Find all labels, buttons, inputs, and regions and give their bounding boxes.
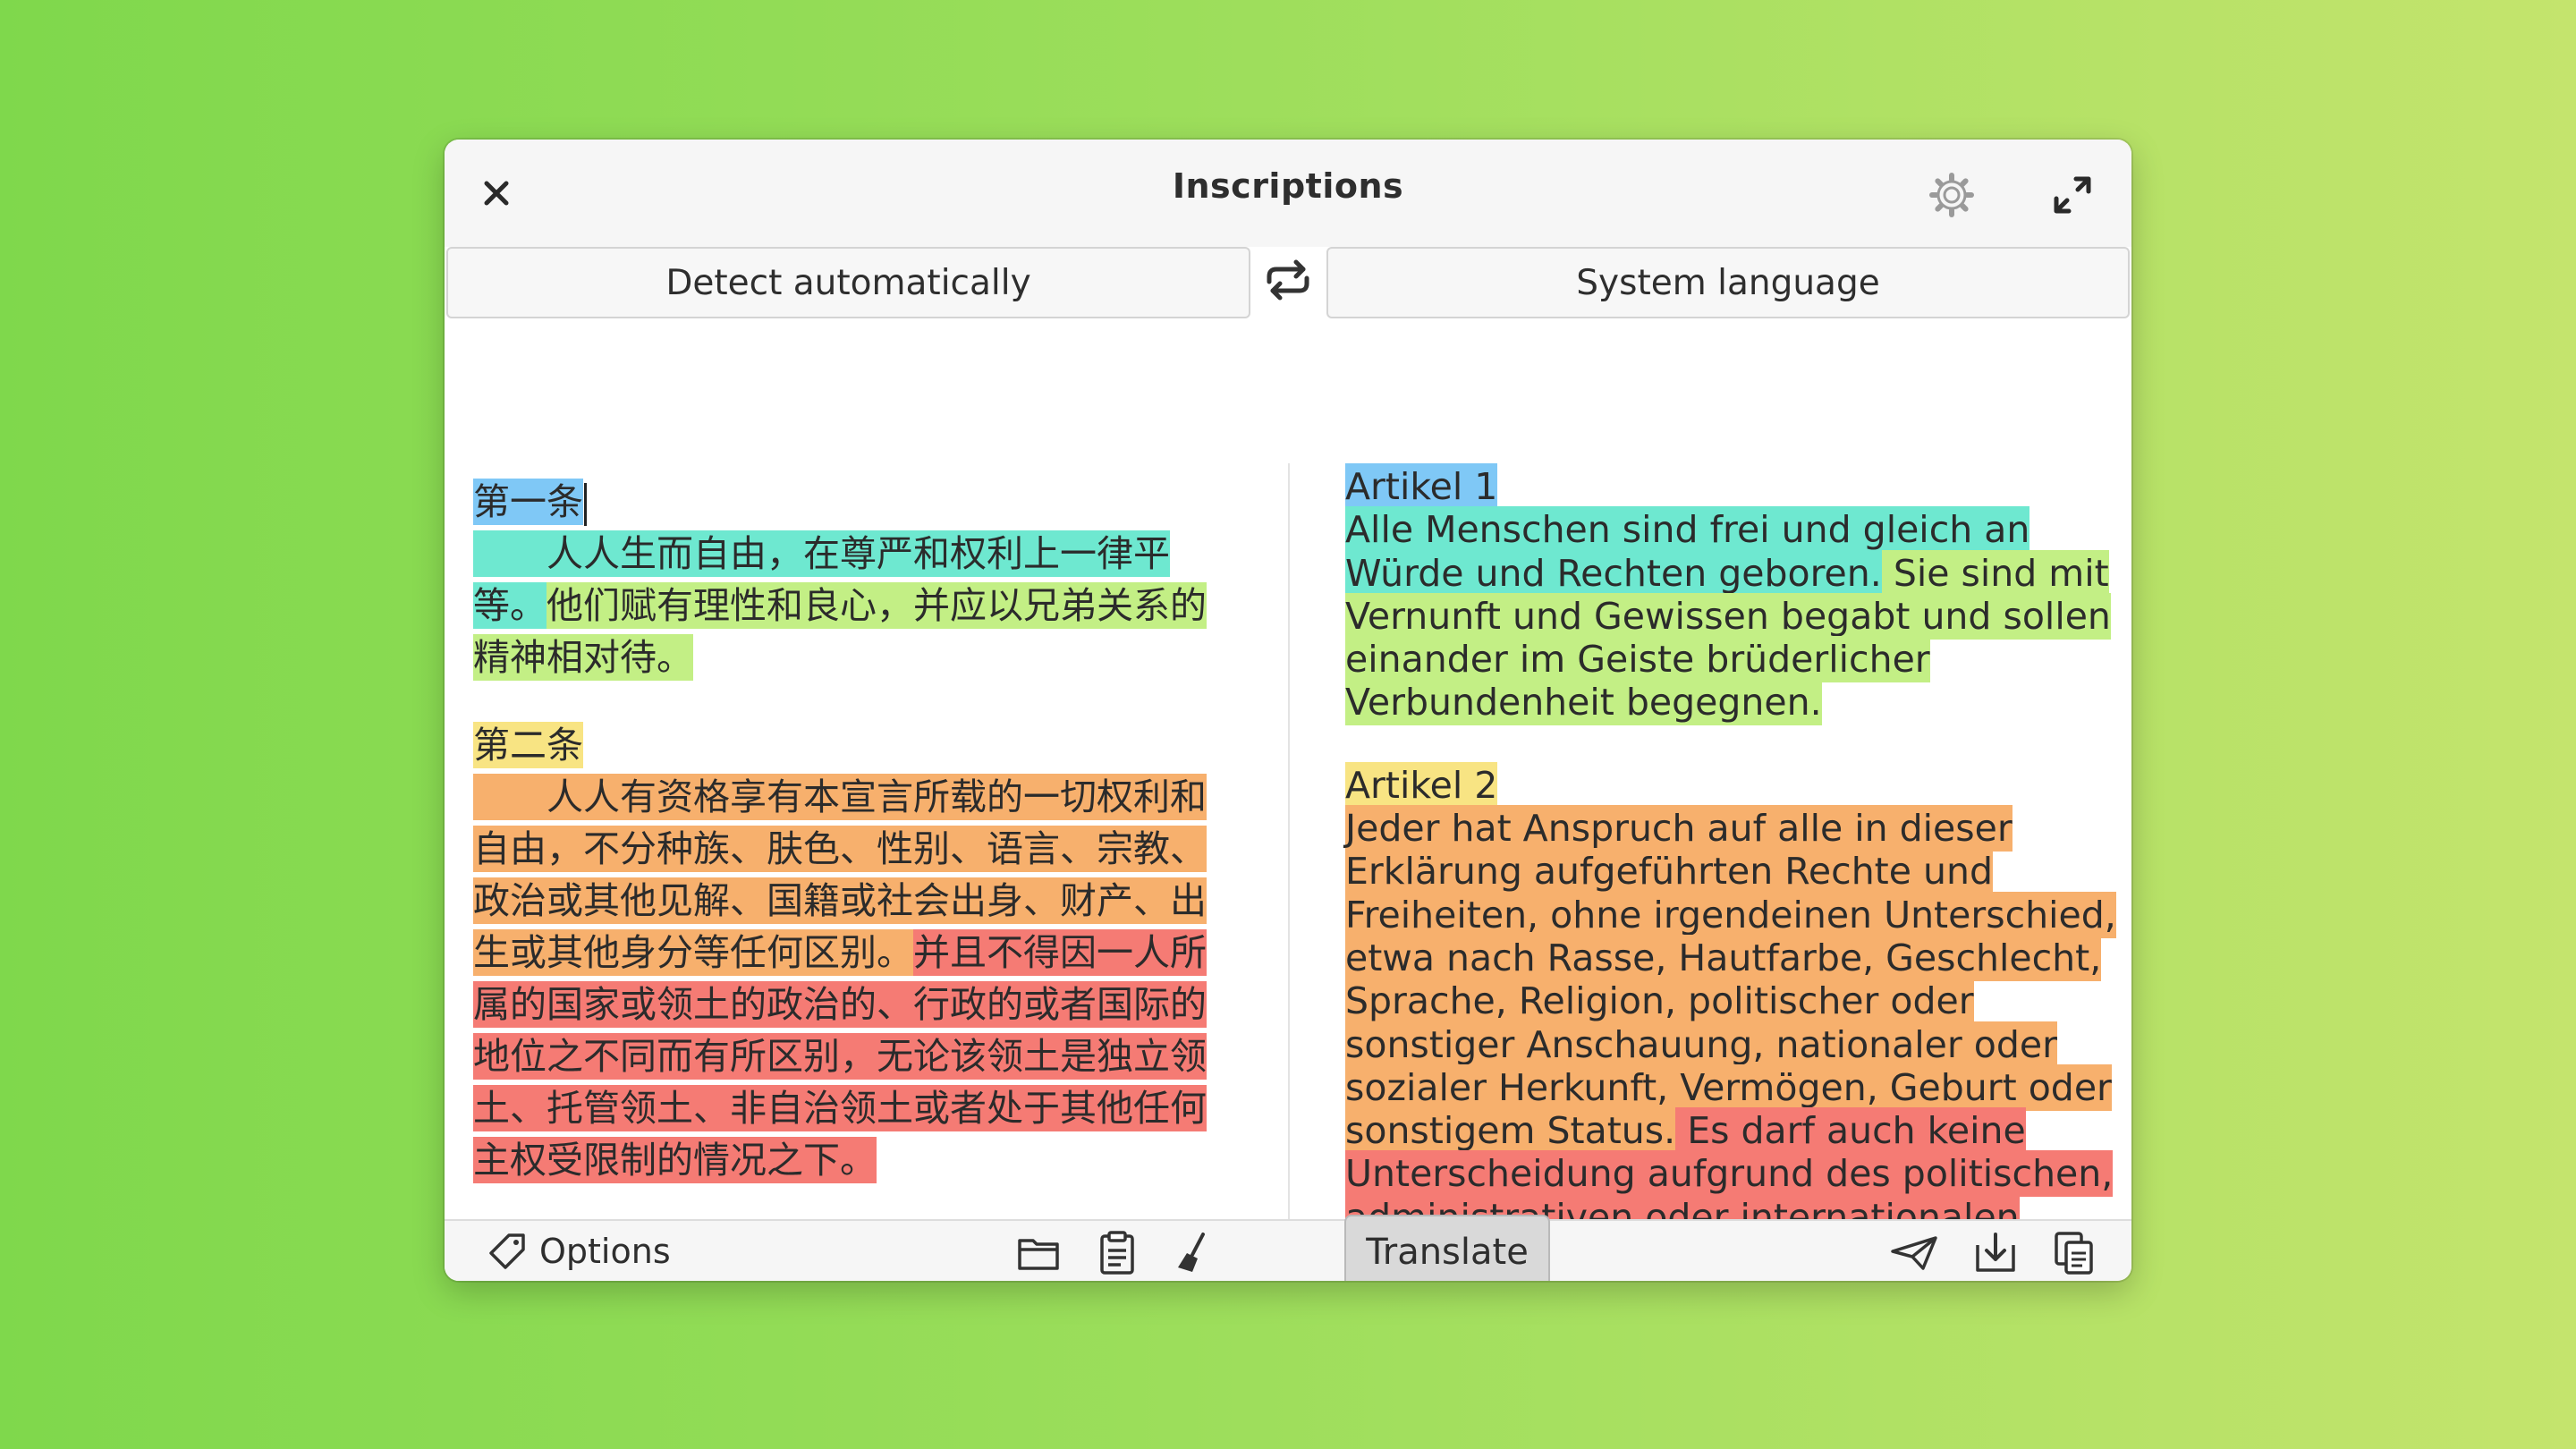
target-text-area[interactable]: Artikel 1 Alle Menschen sind frei und gl…: [1345, 463, 2131, 1219]
swap-languages-button[interactable]: [1258, 250, 1318, 309]
swap-arrows-icon: [1267, 259, 1309, 301]
source-language-label: Detect automatically: [665, 262, 1031, 303]
clipboard-icon: [1100, 1231, 1134, 1275]
target-text-pane[interactable]: Artikel 1 Alle Menschen sind frei und gl…: [1327, 463, 2131, 1219]
broom-icon: [1178, 1233, 1205, 1272]
copy-icon: [2055, 1232, 2093, 1275]
target-paragraph: Jeder hat Anspruch auf alle in dieser Er…: [1345, 805, 2131, 1219]
clear-button[interactable]: [1171, 1230, 1217, 1276]
target-segment: Artikel 2: [1345, 761, 1498, 809]
target-segment: Jeder hat Anspruch auf alle in dieser Er…: [1345, 805, 2116, 1155]
title-bar: Inscriptions: [445, 140, 2131, 247]
source-paragraph: 第一条: [473, 476, 1242, 528]
window-title: Inscriptions: [1172, 166, 1404, 206]
translate-button[interactable]: Translate: [1344, 1215, 1550, 1281]
target-paragraph: Artikel 2: [1345, 761, 2131, 809]
gear-icon: [1929, 173, 1974, 217]
open-file-button[interactable]: [1015, 1230, 1062, 1276]
language-bar: Detect automatically System language: [445, 247, 2131, 463]
tag-icon: [489, 1233, 525, 1269]
pane-divider: [1288, 463, 1290, 1281]
source-segment: 第一条: [473, 479, 583, 525]
settings-button[interactable]: [1923, 166, 1980, 224]
download-icon: [1976, 1233, 2015, 1272]
source-paragraph: 人人生而自由，在尊严和权利上一律平等。他们赋有理性和良心，并应以兄弟关系的精神相…: [473, 528, 1242, 683]
bottom-toolbar: Options Translate: [445, 1215, 2131, 1281]
source-segment: 第二条: [473, 722, 583, 768]
target-language-selector[interactable]: System language: [1326, 247, 2130, 318]
target-segment: Artikel 1: [1345, 463, 1498, 510]
source-language-selector[interactable]: Detect automatically: [446, 247, 1250, 318]
expand-icon: [2054, 176, 2091, 214]
options-button[interactable]: Options: [487, 1230, 671, 1273]
options-label: Options: [539, 1232, 671, 1271]
share-button[interactable]: [1891, 1230, 1937, 1276]
folder-icon: [1018, 1239, 1059, 1270]
translate-label: Translate: [1366, 1232, 1529, 1273]
save-button[interactable]: [1972, 1230, 2019, 1276]
source-segment: 他们赋有理性和良心，并应以兄弟关系的精神相对待。: [473, 582, 1207, 681]
source-paragraph: 人人有资格享有本宣言所载的一切权利和自由，不分种族、肤色、性别、语言、宗教、政治…: [473, 771, 1242, 1186]
text-cursor: [584, 483, 587, 526]
source-text-area[interactable]: 第一条 人人生而自由，在尊严和权利上一律平等。他们赋有理性和良心，并应以兄弟关系…: [473, 476, 1242, 1219]
source-text-pane[interactable]: 第一条 人人生而自由，在尊严和权利上一律平等。他们赋有理性和良心，并应以兄弟关系…: [445, 463, 1288, 1219]
send-icon: [1891, 1236, 1937, 1270]
source-paragraph: 第二条: [473, 719, 1242, 771]
copy-button[interactable]: [2051, 1230, 2097, 1276]
expand-button[interactable]: [2046, 168, 2099, 222]
target-paragraph: Alle Menschen sind frei und gleich an Wü…: [1345, 506, 2131, 726]
target-paragraph: Artikel 1: [1345, 463, 2131, 510]
target-language-label: System language: [1576, 262, 1880, 303]
app-window: Inscriptions Detect automatically System…: [445, 140, 2131, 1281]
paste-button[interactable]: [1094, 1230, 1140, 1276]
